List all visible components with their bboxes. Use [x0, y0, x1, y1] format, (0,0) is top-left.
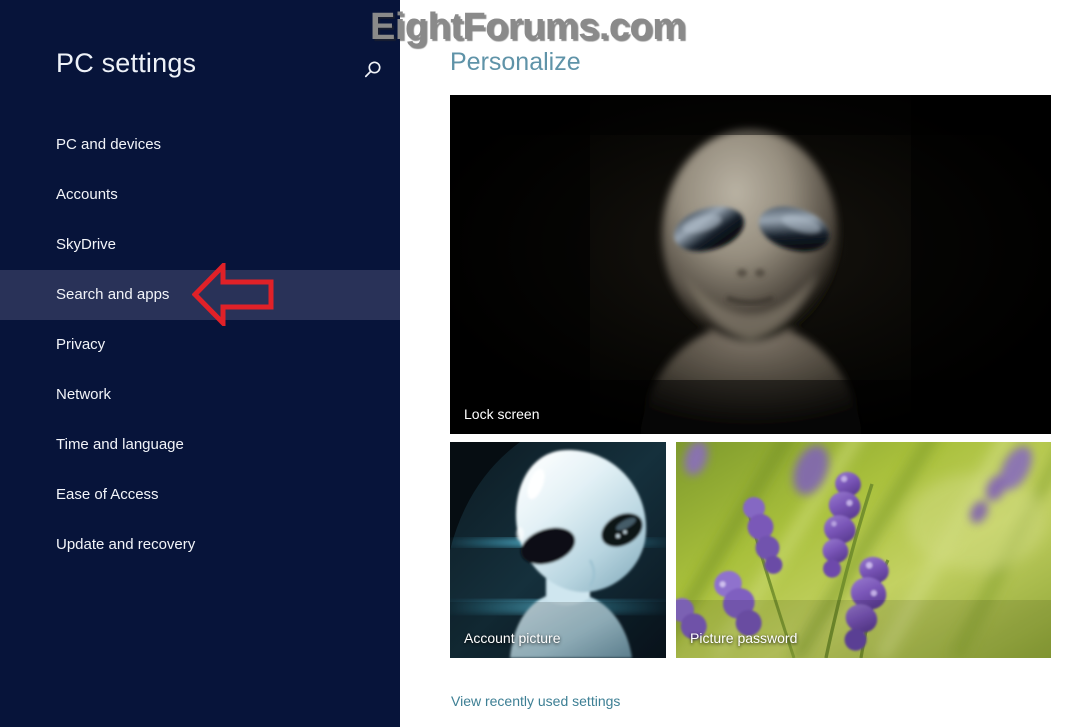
- sidebar-nav: PC and devices Accounts SkyDrive Search …: [0, 120, 400, 570]
- sidebar-item-privacy[interactable]: Privacy: [0, 320, 400, 370]
- tile-label: Lock screen: [464, 406, 540, 422]
- pc-settings-window: PC settings PC and devices Accounts SkyD…: [0, 0, 1074, 727]
- tile-account-picture[interactable]: Account picture: [450, 442, 666, 658]
- white-alien-render: [450, 442, 666, 658]
- page-title: PC settings: [56, 48, 197, 78]
- sidebar-item-label: Search and apps: [56, 286, 170, 303]
- sidebar-header: PC settings: [0, 48, 400, 94]
- sidebar-item-skydrive[interactable]: SkyDrive: [0, 220, 400, 270]
- sidebar-item-label: Accounts: [56, 186, 118, 203]
- personalize-heading: Personalize: [450, 48, 581, 76]
- sidebar-item-label: Ease of Access: [56, 486, 159, 503]
- main-content: Personalize Lock screen Account picture …: [400, 0, 1074, 727]
- view-recently-used-settings-link[interactable]: View recently used settings: [451, 693, 620, 709]
- tile-picture-password[interactable]: Picture password: [676, 442, 1051, 658]
- sidebar-item-update-and-recovery[interactable]: Update and recovery: [0, 520, 400, 570]
- sidebar: PC settings PC and devices Accounts SkyD…: [0, 0, 400, 727]
- sidebar-item-label: Time and language: [56, 436, 184, 453]
- tile-lock-screen[interactable]: Lock screen: [450, 95, 1051, 434]
- sidebar-item-search-and-apps[interactable]: Search and apps: [0, 270, 400, 320]
- sidebar-item-label: PC and devices: [56, 136, 162, 153]
- sidebar-item-accounts[interactable]: Accounts: [0, 170, 400, 220]
- sidebar-item-label: Privacy: [56, 336, 106, 353]
- lavender-flowers-photo: [676, 442, 1051, 658]
- sidebar-item-time-and-language[interactable]: Time and language: [0, 420, 400, 470]
- tile-label: Account picture: [464, 630, 561, 646]
- grey-alien-photo: [450, 95, 1051, 434]
- watermark: EightForums.com: [370, 6, 686, 48]
- sidebar-item-pc-and-devices[interactable]: PC and devices: [0, 120, 400, 170]
- sidebar-item-network[interactable]: Network: [0, 370, 400, 420]
- sidebar-item-label: Update and recovery: [56, 536, 196, 553]
- sidebar-item-ease-of-access[interactable]: Ease of Access: [0, 470, 400, 520]
- tile-label: Picture password: [690, 630, 798, 646]
- sidebar-item-label: SkyDrive: [56, 236, 117, 253]
- search-icon[interactable]: [358, 57, 386, 85]
- sidebar-item-label: Network: [56, 386, 112, 403]
